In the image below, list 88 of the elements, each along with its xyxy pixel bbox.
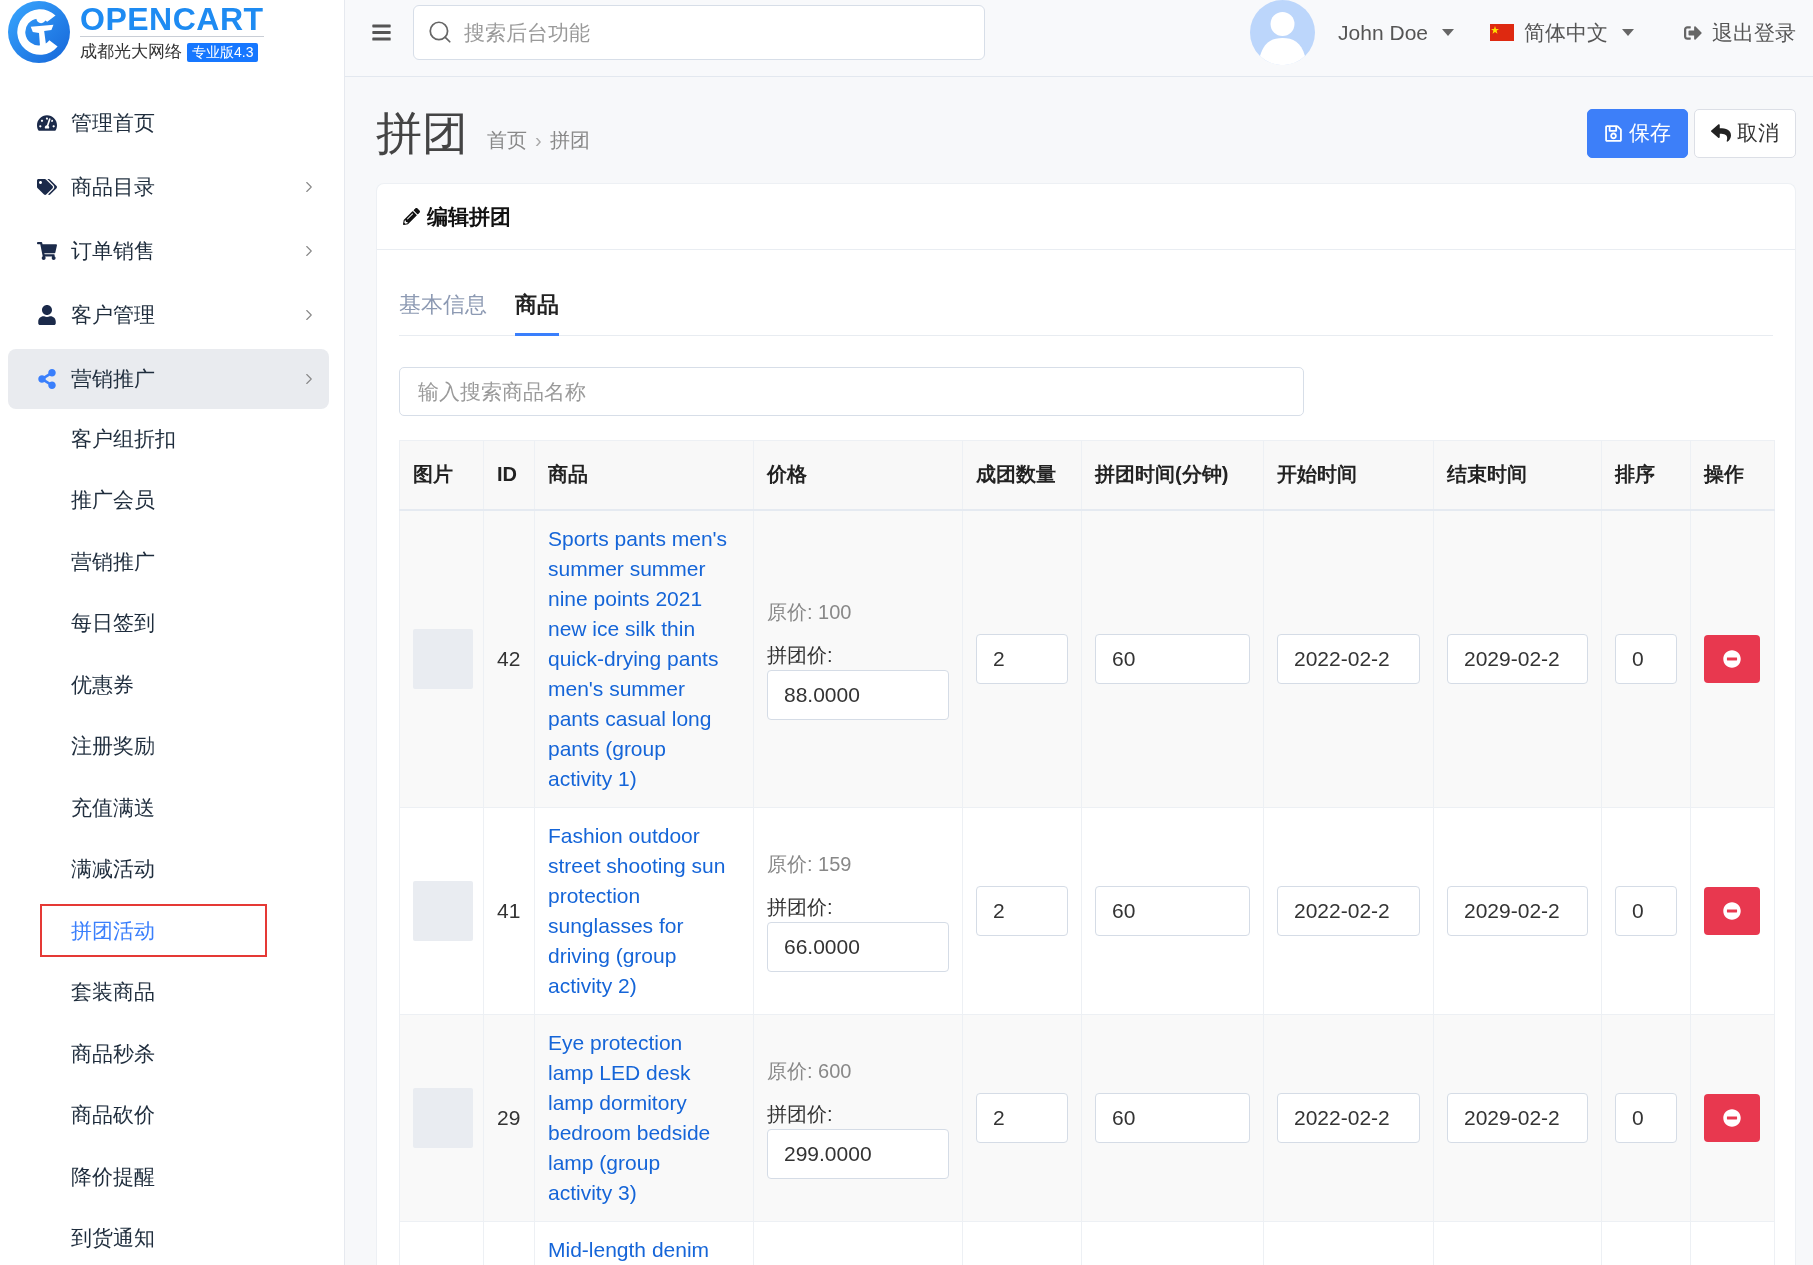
sidebar-item[interactable]: 订单销售 (8, 221, 329, 281)
breadcrumb-separator: › (535, 128, 542, 152)
card-title: 编辑拼团 (427, 203, 511, 230)
start-date-input[interactable]: 2022-02-2 (1277, 1092, 1420, 1143)
tags-icon (37, 177, 57, 197)
submenu-item[interactable]: 满减活动 (40, 842, 267, 896)
group-price-label: 拼团价: (767, 1102, 834, 1127)
group-price-input[interactable]: 66.0000 (767, 922, 949, 972)
submenu-item[interactable]: 套装商品 (40, 965, 267, 1019)
product-id: 29 (497, 1104, 521, 1131)
duration-input[interactable]: 60 (1095, 1092, 1250, 1143)
submenu-item[interactable]: 客户组折扣 (40, 412, 267, 465)
group-price-label: 拼团价: (767, 895, 834, 920)
group-size-input[interactable]: 2 (976, 885, 1068, 936)
original-price: 原价: 159 (767, 852, 853, 877)
tab[interactable]: 商品 (515, 277, 559, 336)
menu-toggle-button[interactable] (371, 22, 392, 43)
menu-icon (371, 22, 392, 43)
end-date-input[interactable]: 2029-02-2 (1447, 1092, 1588, 1143)
sidebar-item[interactable]: 营销推广 (8, 349, 329, 409)
original-price: 原价: 600 (767, 1059, 853, 1084)
start-date-input[interactable]: 2022-02-2 (1277, 885, 1420, 936)
column-header: 开始时间 (1263, 440, 1434, 510)
submenu-item[interactable]: 降价提醒 (40, 1150, 267, 1203)
company-name: 成都光大网络 (80, 42, 182, 62)
caret-down-icon (1442, 29, 1454, 36)
edition-badge: 专业版4.3 (187, 42, 259, 62)
product-id: 42 (497, 645, 521, 672)
cancel-button[interactable]: 取消 (1694, 108, 1796, 158)
search-icon (427, 19, 453, 45)
group-price-input[interactable]: 299.0000 (767, 1129, 949, 1179)
search-field[interactable]: 搜索后台功能 (413, 5, 985, 60)
end-date-input[interactable]: 2029-02-2 (1447, 885, 1588, 936)
group-size-input[interactable]: 2 (976, 1092, 1068, 1143)
column-header: 成团数量 (962, 440, 1082, 510)
language-button[interactable]: 简体中文 (1490, 18, 1634, 47)
sort-order-input[interactable]: 0 (1615, 633, 1677, 684)
column-header: 拼团时间(分钟) (1081, 440, 1264, 510)
logout-icon (1684, 23, 1702, 42)
product-id: 41 (497, 897, 521, 924)
column-header: 价格 (753, 440, 963, 510)
product-search-field[interactable]: 输入搜索商品名称 (399, 367, 1304, 416)
submenu-item[interactable]: 推广会员 (40, 473, 267, 527)
logout-button[interactable]: 退出登录 (1684, 18, 1796, 47)
sidebar-item[interactable]: 客户管理 (8, 285, 329, 345)
reply-arrow-icon (1711, 123, 1731, 143)
page-title: 拼团 (376, 108, 468, 158)
group-size-input[interactable]: 2 (976, 633, 1068, 684)
column-header: 结束时间 (1433, 440, 1602, 510)
share-icon (37, 369, 57, 389)
submenu-item[interactable]: 拼团活动 (40, 904, 267, 957)
submenu-item[interactable]: 商品秒杀 (40, 1027, 267, 1080)
submenu-item[interactable]: 优惠券 (40, 658, 267, 711)
sort-order-input[interactable]: 0 (1615, 885, 1677, 936)
sort-order-input[interactable]: 0 (1615, 1092, 1677, 1143)
delete-button[interactable] (1704, 634, 1760, 683)
gauge-icon (37, 113, 57, 133)
breadcrumb-current: 拼团 (549, 127, 590, 153)
column-header: 排序 (1601, 440, 1691, 510)
end-date-input[interactable]: 2029-02-2 (1447, 633, 1588, 684)
original-price: 原价: 100 (767, 600, 853, 625)
group-price-label: 拼团价: (767, 643, 834, 668)
sidebar-item[interactable]: 商品目录 (8, 157, 329, 217)
cart-icon (37, 241, 57, 261)
submenu-item[interactable]: 到货通知 (40, 1211, 267, 1265)
duration-input[interactable]: 60 (1095, 885, 1250, 936)
submenu-item[interactable]: 注册奖励 (40, 719, 267, 773)
pencil-icon (403, 208, 420, 225)
user-menu-button[interactable]: John Doe (1338, 20, 1454, 45)
delete-button[interactable] (1704, 886, 1760, 935)
column-header: 操作 (1690, 440, 1775, 510)
column-header: 图片 (399, 440, 484, 510)
group-price-input[interactable]: 88.0000 (767, 670, 949, 720)
user-icon (37, 305, 57, 325)
submenu-item[interactable]: 每日签到 (40, 596, 267, 650)
start-date-input[interactable]: 2022-02-2 (1277, 633, 1420, 684)
column-header: ID (483, 440, 535, 510)
delete-button[interactable] (1704, 1093, 1760, 1142)
caret-down-icon (1622, 29, 1634, 36)
sidebar-item[interactable]: 管理首页 (8, 93, 329, 153)
save-button[interactable]: 保存 (1587, 108, 1688, 158)
submenu-item[interactable]: 营销推广 (40, 535, 267, 588)
brand-name: OPENCART (80, 3, 264, 37)
flag-icon (1490, 24, 1514, 41)
column-header: 商品 (534, 440, 754, 510)
submenu-item[interactable]: 商品砍价 (40, 1088, 267, 1142)
submenu-item[interactable]: 充值满送 (40, 781, 267, 834)
duration-input[interactable]: 60 (1095, 633, 1250, 684)
